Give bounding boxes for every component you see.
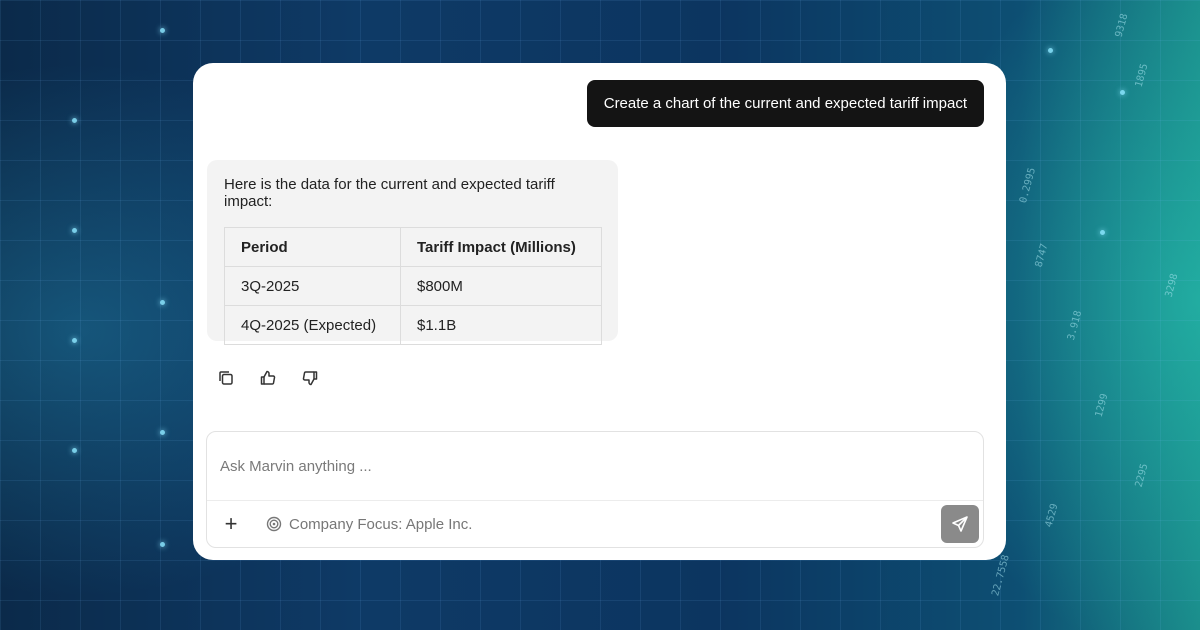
table-row: 4Q-2025 (Expected) $1.1B xyxy=(224,305,602,345)
assistant-intro-text: Here is the data for the current and exp… xyxy=(224,176,555,210)
thumbs-down-button[interactable] xyxy=(299,367,321,389)
assistant-message-bubble: Here is the data for the current and exp… xyxy=(207,160,618,345)
user-message-bubble: Create a chart of the current and expect… xyxy=(586,80,984,127)
tariff-impact-table: Period Tariff Impact (Millions) 3Q-2025 … xyxy=(224,227,602,345)
send-icon xyxy=(952,516,968,532)
chat-window: Create a chart of the current and expect… xyxy=(193,63,1006,560)
thumbs-up-icon xyxy=(260,370,276,385)
target-icon xyxy=(266,516,282,532)
table-cell-impact: $800M xyxy=(400,266,602,306)
table-cell-period: 4Q-2025 (Expected) xyxy=(224,305,401,345)
add-attachment-button[interactable]: + xyxy=(221,513,241,535)
table-cell-impact: $1.1B xyxy=(400,305,602,345)
company-focus-selector[interactable]: Company Focus: Apple Inc. xyxy=(266,514,472,534)
copy-icon xyxy=(219,371,233,385)
column-header-period: Period xyxy=(224,227,401,267)
thumbs-up-button[interactable] xyxy=(257,367,279,389)
column-header-tariff-impact: Tariff Impact (Millions) xyxy=(400,227,602,267)
thumbs-down-icon xyxy=(302,371,318,386)
copy-button[interactable] xyxy=(215,367,237,389)
table-header-row: Period Tariff Impact (Millions) xyxy=(224,227,602,267)
company-focus-label: Company Focus: Apple Inc. xyxy=(289,515,473,533)
table-row: 3Q-2025 $800M xyxy=(224,266,602,306)
send-button[interactable] xyxy=(941,505,979,543)
message-actions xyxy=(215,367,321,389)
message-composer: + Company Focus: Apple Inc. xyxy=(206,431,984,548)
table-cell-period: 3Q-2025 xyxy=(224,266,401,306)
message-input[interactable] xyxy=(207,432,983,500)
composer-divider xyxy=(207,500,983,501)
